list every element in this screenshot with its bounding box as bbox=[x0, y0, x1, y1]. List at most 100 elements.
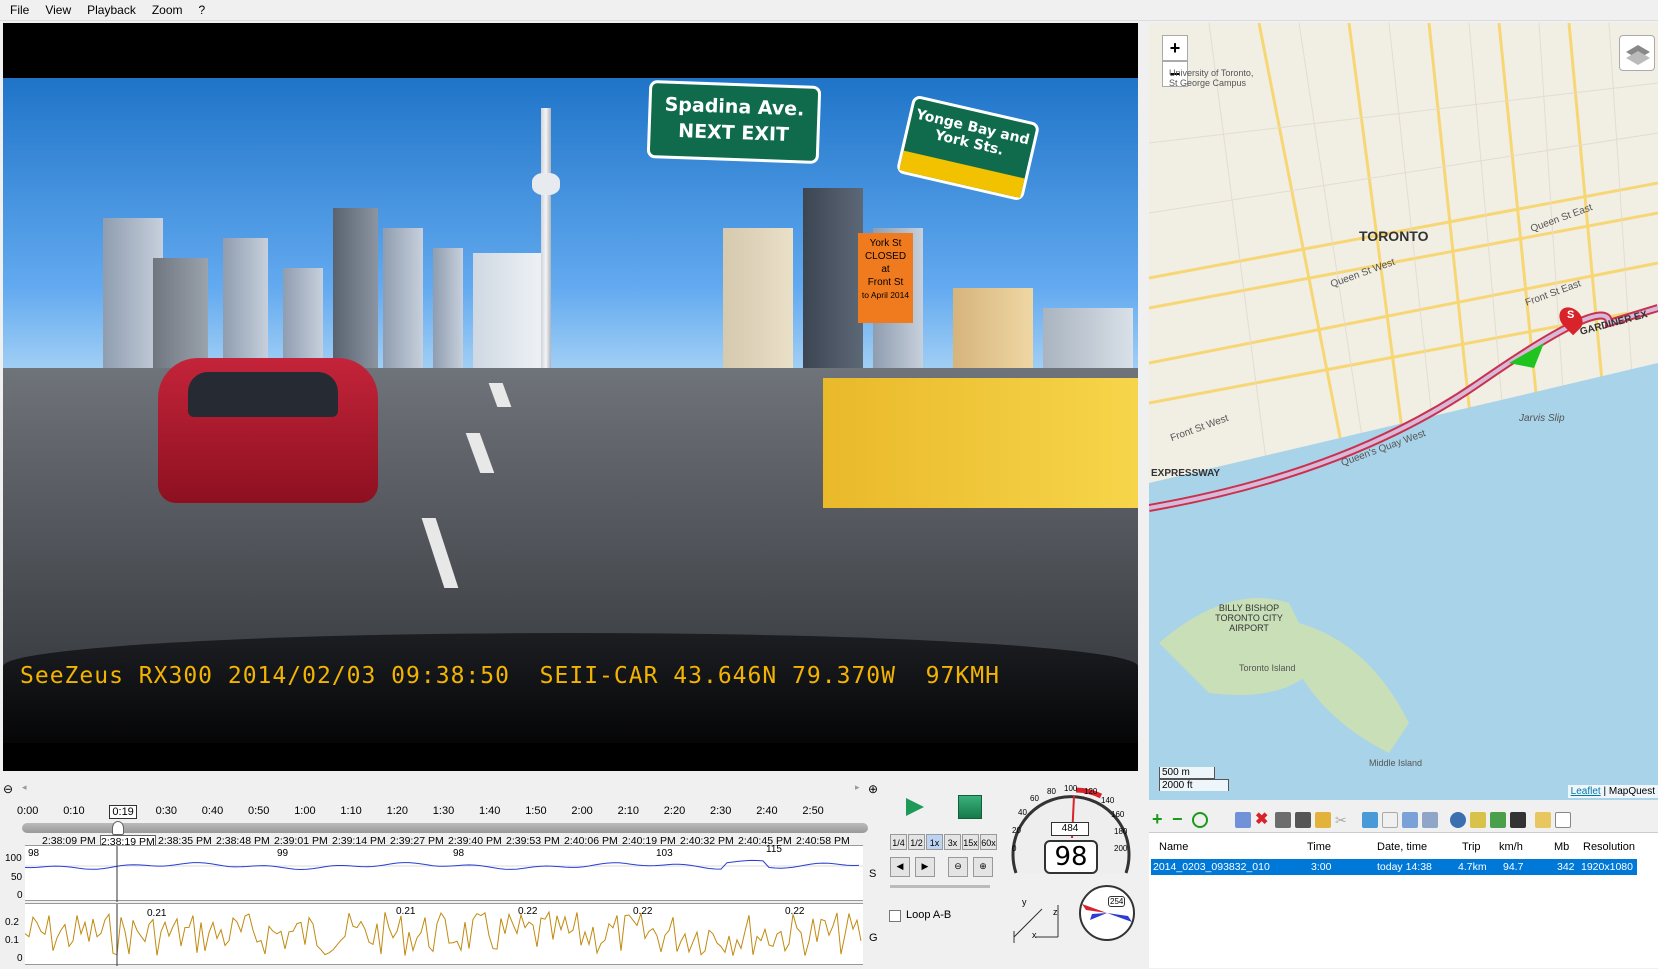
globe-icon[interactable] bbox=[1450, 812, 1466, 828]
speed-button[interactable]: 1x bbox=[926, 834, 943, 850]
accel-axes-indicator: y z x bbox=[1006, 885, 1066, 947]
menu-view[interactable]: View bbox=[37, 0, 79, 21]
layers-icon bbox=[1626, 45, 1650, 65]
menu-help[interactable]: ? bbox=[191, 0, 214, 21]
col-mb[interactable]: Mb bbox=[1554, 841, 1569, 853]
folder-icon[interactable] bbox=[1535, 812, 1551, 828]
next-frame-button[interactable]: ▶ bbox=[915, 857, 935, 877]
timeline-tick: 0:30 bbox=[155, 805, 178, 817]
mapquest-attribution: | MapQuest bbox=[1603, 786, 1655, 797]
camera-icon[interactable] bbox=[1295, 812, 1311, 828]
timeline-tick: 2:40 bbox=[756, 805, 778, 817]
export-icon[interactable] bbox=[1362, 812, 1378, 828]
speed-button[interactable]: 15x bbox=[962, 834, 979, 850]
timeline-slider[interactable] bbox=[22, 823, 868, 833]
speed-graph-label: S bbox=[869, 868, 877, 880]
timeline-tick: 1:30 bbox=[432, 805, 455, 817]
add-icon[interactable]: + bbox=[1152, 810, 1168, 828]
leaflet-link[interactable]: Leaflet bbox=[1571, 786, 1601, 797]
zoom-out-video-icon[interactable]: ⊖ bbox=[948, 857, 968, 877]
compass-heading: 254 bbox=[1108, 896, 1126, 907]
remove-icon[interactable]: − bbox=[1172, 810, 1188, 828]
stop-button[interactable] bbox=[958, 795, 982, 819]
timeline-tick: 2:20 bbox=[663, 805, 686, 817]
timeline-thumb[interactable] bbox=[112, 821, 124, 835]
play-button[interactable] bbox=[902, 795, 926, 819]
video-frame[interactable]: Spadina Ave. NEXT EXIT Yonge Bay and Yor… bbox=[3, 23, 1138, 771]
speed-button[interactable]: 1/4 bbox=[890, 834, 907, 850]
col-name[interactable]: Name bbox=[1159, 841, 1188, 853]
speed-graph-svg bbox=[24, 846, 863, 902]
speed-button[interactable]: 3x bbox=[944, 834, 961, 850]
timeline-tick: 0:00 bbox=[17, 805, 39, 817]
col-datetime[interactable]: Date, time bbox=[1377, 841, 1427, 853]
delete-icon[interactable]: ✖ bbox=[1255, 812, 1271, 828]
gauge-200: 200 bbox=[1114, 844, 1128, 853]
speedometer: 484 98 0 20 40 60 80 100 120 140 160 180… bbox=[1006, 778, 1136, 883]
col-resolution[interactable]: Resolution bbox=[1583, 841, 1635, 853]
refresh-icon[interactable] bbox=[1192, 812, 1208, 828]
zoom-in-icon[interactable]: ⊕ bbox=[868, 782, 878, 796]
zoom-in-video-icon[interactable]: ⊕ bbox=[973, 857, 993, 877]
image-icon[interactable] bbox=[1490, 812, 1506, 828]
save-icon[interactable] bbox=[1275, 812, 1291, 828]
chart-icon[interactable] bbox=[1470, 812, 1486, 828]
york-line1: York St bbox=[869, 238, 902, 249]
loop-checkbox[interactable] bbox=[889, 910, 901, 922]
file-row-selected[interactable]: 2014_0203_093832_010 3:00 today 14:38 4.… bbox=[1151, 859, 1637, 875]
gauge-60: 60 bbox=[1030, 794, 1039, 803]
speed-annot-3: 98 bbox=[453, 848, 465, 859]
windows-icon[interactable] bbox=[1402, 812, 1418, 828]
odometer-box: 484 bbox=[1051, 822, 1089, 836]
speed-button[interactable]: 1/2 bbox=[908, 834, 925, 850]
red-car bbox=[158, 358, 378, 503]
menu-playback[interactable]: Playback bbox=[79, 0, 144, 21]
york-line2: CLOSED bbox=[864, 251, 907, 262]
menu-bar: File View Playback Zoom ? bbox=[0, 0, 1658, 21]
speed-readout: 98 bbox=[1044, 840, 1098, 874]
timeline-tick: 2:50 bbox=[802, 805, 824, 817]
menu-zoom[interactable]: Zoom bbox=[144, 0, 191, 21]
col-time[interactable]: Time bbox=[1307, 841, 1331, 853]
timeline-tick: 1:00 bbox=[294, 805, 316, 817]
g-annot-3: 0.22 bbox=[518, 906, 538, 917]
col-trip[interactable]: Trip bbox=[1462, 841, 1481, 853]
map[interactable]: + − TORONTO University of Toronto, St Ge… bbox=[1149, 23, 1658, 800]
merge-icon[interactable] bbox=[1422, 812, 1438, 828]
frame-icon[interactable] bbox=[1382, 812, 1398, 828]
file-time: 3:00 bbox=[1311, 861, 1332, 873]
zoom-out-icon[interactable]: ⊖ bbox=[3, 782, 13, 796]
speed-graph[interactable]: 98 99 98 103 115 bbox=[24, 844, 863, 902]
document-icon[interactable] bbox=[1555, 812, 1571, 828]
layers-button[interactable] bbox=[1619, 35, 1655, 71]
file-kmh: 94.7 bbox=[1503, 861, 1524, 873]
york-line3: at bbox=[881, 264, 890, 275]
gauge-180: 180 bbox=[1114, 827, 1128, 836]
scroll-left-icon[interactable]: ◂ bbox=[22, 782, 27, 793]
file-date: today 14:38 bbox=[1377, 861, 1432, 873]
col-kmh[interactable]: km/h bbox=[1499, 841, 1523, 853]
film-icon[interactable] bbox=[1510, 812, 1526, 828]
map-label-jarvis-slip: Jarvis Slip bbox=[1519, 413, 1565, 424]
speed-axis-50: 50 bbox=[11, 872, 23, 883]
barriers bbox=[823, 378, 1138, 508]
gauge-120: 120 bbox=[1084, 787, 1098, 796]
g-axis-01: 0.1 bbox=[5, 935, 19, 946]
axis-x-label: x bbox=[1032, 930, 1037, 940]
speed-axis-100: 100 bbox=[5, 853, 22, 864]
map-label-airport: BILLY BISHOP TORONTO CITY AIRPORT bbox=[1215, 603, 1283, 633]
scroll-right-icon[interactable]: ▸ bbox=[855, 782, 860, 793]
key-icon[interactable] bbox=[1315, 812, 1331, 828]
map-scale-ft: 2000 ft bbox=[1159, 779, 1229, 791]
cut-icon[interactable]: ✂ bbox=[1335, 812, 1351, 828]
menu-file[interactable]: File bbox=[2, 0, 37, 21]
prev-frame-button[interactable]: ◀ bbox=[890, 857, 910, 877]
g-graph[interactable]: 0.21 0.21 0.22 0.22 0.22 bbox=[24, 903, 863, 966]
copy-icon[interactable] bbox=[1235, 812, 1251, 828]
speed-button[interactable]: 60x bbox=[980, 834, 997, 850]
gauge-40: 40 bbox=[1018, 808, 1027, 817]
map-zoom-in-button[interactable]: + bbox=[1162, 35, 1188, 61]
volume-slider[interactable] bbox=[890, 885, 990, 888]
file-list: Name Time Date, time Trip km/h Mb Resolu… bbox=[1149, 832, 1658, 968]
timeline-tick: 1:10 bbox=[340, 805, 362, 817]
